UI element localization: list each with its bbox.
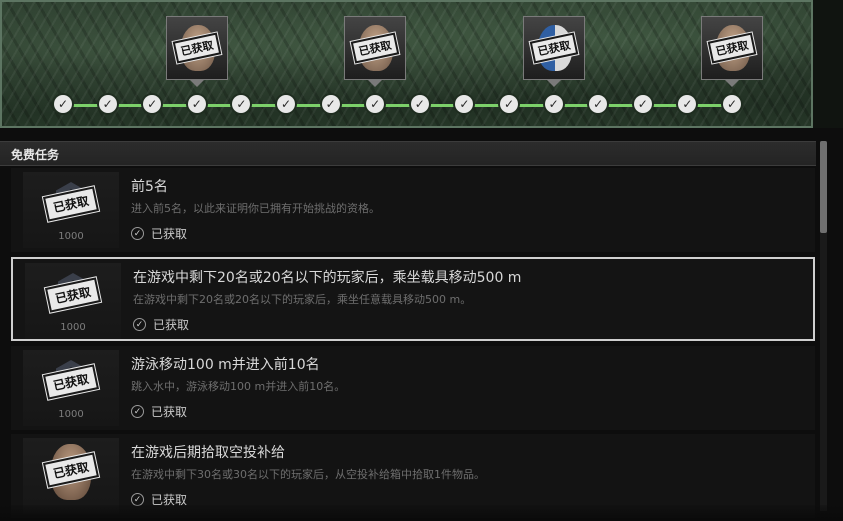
mission-status: ✓ 已获取 — [133, 316, 189, 333]
progress-node-check-icon: ✓ — [277, 95, 295, 113]
scrollbar[interactable] — [820, 141, 827, 511]
progress-node-check-icon: ✓ — [54, 95, 72, 113]
mission-title: 在游戏中剩下20名或20名以下的玩家后，乘坐载具移动500 m — [133, 270, 522, 286]
mission-title: 在游戏后期拾取空投补给 — [131, 445, 285, 461]
progress-node-check-icon: ✓ — [455, 95, 474, 113]
reward-pointer — [725, 80, 739, 87]
mission-row[interactable]: 1000 已获取 前5名进入前5名，以此来证明你已拥有开始挑战的资格。 ✓ 已获取 — [11, 168, 815, 252]
mission-status-label: 已获取 — [151, 405, 188, 419]
mission-reward-thumbnail: 1000 已获取 — [23, 172, 119, 248]
mission-row[interactable]: 1000 已获取 在游戏中剩下20名或20名以下的玩家后，乘坐载具移动500 m 在游… — [11, 257, 815, 341]
reward-tile-4[interactable]: 已获取 — [701, 16, 763, 80]
mission-status-label: 已获取 — [151, 227, 188, 241]
mission-description: 在游戏中剩下30名或30名以下的玩家后，从空投补给箱中拾取1件物品。 — [131, 468, 485, 481]
mission-status: ✓ 已获取 — [131, 225, 187, 242]
progress-node-check-icon: ✓ — [633, 95, 652, 113]
progress-node-check-icon: ✓ — [366, 95, 385, 113]
claimed-stamp: 已获取 — [42, 186, 100, 222]
progress-node-check-icon: ✓ — [321, 95, 340, 113]
progress-node-check-icon: ✓ — [678, 95, 697, 113]
mission-description: 进入前5名，以此来证明你已拥有开始挑战的资格。 — [131, 202, 380, 215]
progress-track — [63, 104, 732, 107]
claimed-stamp: 已获取 — [350, 32, 400, 64]
reward-points: 1000 — [58, 231, 84, 242]
reward-points: 1000 — [60, 322, 86, 333]
progress-node-check-icon: ✓ — [500, 95, 518, 113]
mission-reward-thumbnail: 1000 已获取 — [23, 350, 119, 426]
reward-pointer — [189, 80, 204, 87]
progress-node-check-icon: ✓ — [232, 95, 251, 113]
progress-node-check-icon: ✓ — [544, 95, 563, 113]
claimed-stamp: 已获取 — [44, 277, 102, 313]
progress-node-check-icon: ✓ — [143, 95, 162, 113]
banner-edge — [813, 0, 843, 128]
reward-pointer — [368, 80, 383, 87]
progress-node-check-icon: ✓ — [187, 95, 206, 113]
mission-description: 跳入水中，游泳移动100 m并进入前10名。 — [131, 380, 346, 393]
bottom-fade — [0, 505, 843, 521]
section-title: 免费任务 — [11, 148, 60, 162]
check-circle-icon: ✓ — [133, 318, 146, 331]
mission-reward-thumbnail: 已获取 — [23, 438, 119, 514]
progress-node-check-icon: ✓ — [98, 95, 117, 113]
reward-tile-3[interactable]: 已获取 — [522, 16, 585, 80]
claimed-stamp: 已获取 — [707, 32, 757, 64]
reward-tile-2[interactable]: 已获取 — [344, 16, 407, 80]
progress-node-check-icon: ✓ — [589, 95, 608, 113]
progress-banner: ✓ ✓ ✓ ✓ ✓ ✓ ✓ ✓ ✓ ✓ ✓ ✓ ✓ ✓ ✓ ✓ 已获取 已获取 已获取 已获取 — [0, 0, 813, 128]
section-header-free-missions: 免费任务 — [0, 141, 816, 166]
mission-description: 在游戏中剩下20名或20名以下的玩家后，乘坐任意载具移动500 m。 — [133, 293, 472, 306]
mission-status: ✓ 已获取 — [131, 403, 187, 420]
claimed-stamp: 已获取 — [42, 364, 100, 400]
progress-node-check-icon: ✓ — [410, 95, 429, 113]
mission-status-label: 已获取 — [153, 318, 190, 332]
mission-title: 游泳移动100 m并进入前10名 — [131, 357, 320, 373]
reward-points: 1000 — [58, 409, 84, 420]
mission-reward-thumbnail: 1000 已获取 — [25, 263, 121, 339]
check-circle-icon: ✓ — [131, 227, 144, 240]
scrollbar-thumb[interactable] — [820, 141, 827, 233]
mission-title: 前5名 — [131, 179, 168, 195]
progress-node-check-icon: ✓ — [723, 95, 741, 113]
mission-row[interactable]: 1000 已获取 游泳移动100 m并进入前10名跳入水中，游泳移动100 m并进入… — [11, 346, 815, 430]
check-circle-icon: ✓ — [131, 405, 144, 418]
reward-tile-1[interactable]: 已获取 — [165, 16, 228, 80]
reward-pointer — [546, 80, 561, 87]
